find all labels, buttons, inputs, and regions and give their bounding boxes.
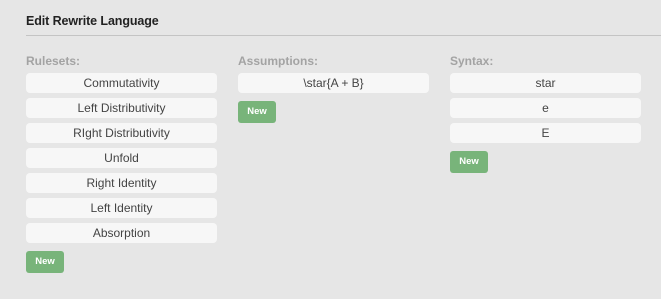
- syntax-item-capital-e[interactable]: E: [450, 123, 641, 143]
- rulesets-header: Rulesets:: [26, 54, 81, 68]
- ruleset-item-commutativity[interactable]: Commutativity: [26, 73, 217, 93]
- ruleset-item-left-distributivity[interactable]: Left Distributivity: [26, 98, 217, 118]
- new-assumption-button[interactable]: New: [238, 101, 276, 123]
- new-ruleset-button[interactable]: New: [26, 251, 64, 273]
- ruleset-item-right-identity[interactable]: Right Identity: [26, 173, 217, 193]
- syntax-item-star[interactable]: star: [450, 73, 641, 93]
- ruleset-item-unfold[interactable]: Unfold: [26, 148, 217, 168]
- assumption-item[interactable]: \star{A + B}: [238, 73, 429, 93]
- syntax-item-e[interactable]: e: [450, 98, 641, 118]
- ruleset-item-left-identity[interactable]: Left Identity: [26, 198, 217, 218]
- assumptions-column: Assumptions: \star{A + B} New: [238, 52, 429, 123]
- new-syntax-button[interactable]: New: [450, 151, 488, 173]
- syntax-column: Syntax: star e E New: [450, 52, 641, 173]
- syntax-header: Syntax:: [450, 54, 494, 68]
- panel-title: Edit Rewrite Language: [26, 14, 159, 28]
- ruleset-item-right-distributivity[interactable]: RIght Distributivity: [26, 123, 217, 143]
- edit-rewrite-language-panel: Edit Rewrite Language Rulesets: Commutat…: [0, 0, 661, 299]
- assumptions-header: Assumptions:: [238, 54, 319, 68]
- title-divider: [26, 35, 661, 36]
- rulesets-column: Rulesets: Commutativity Left Distributiv…: [26, 52, 217, 273]
- ruleset-item-absorption[interactable]: Absorption: [26, 223, 217, 243]
